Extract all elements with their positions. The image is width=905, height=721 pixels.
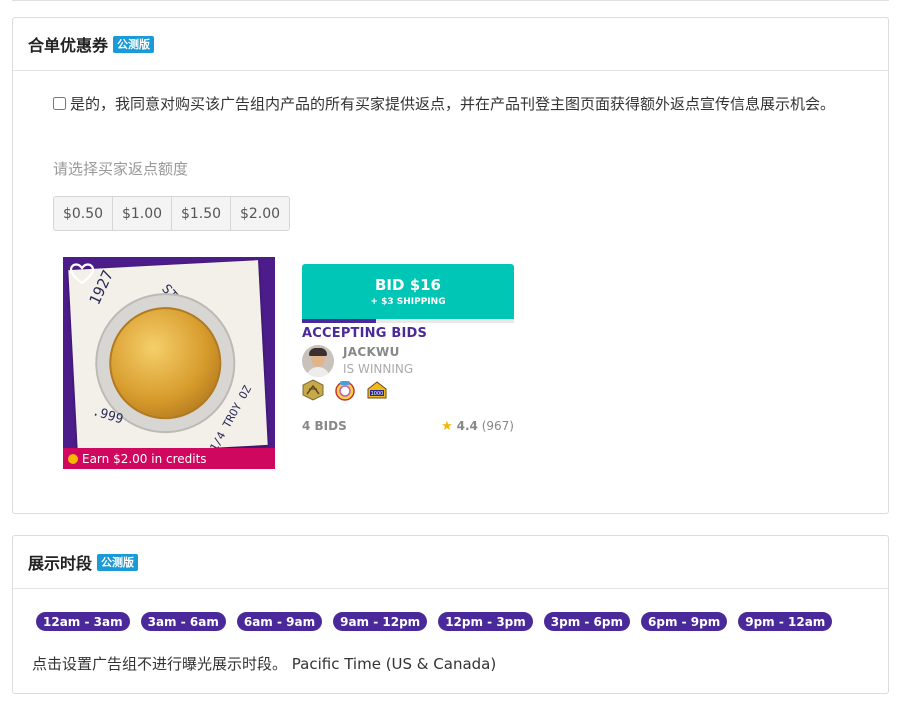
time-slot[interactable]: 6pm - 9pm — [641, 612, 728, 631]
winner-info: JACKWU IS WINNING — [343, 345, 413, 377]
time-slot[interactable]: 6am - 9am — [236, 612, 323, 631]
star-icon: ★ — [441, 419, 453, 434]
time-slot[interactable]: 3pm - 6pm — [543, 612, 630, 631]
coin-holder-card: 1927 ST. GAUDENS .999 1/4 TROY OZ — [68, 260, 268, 455]
schedule-note: 点击设置广告组不进行曝光展示时段。 Pacific Time (US & Can… — [32, 655, 497, 673]
bid-panel: BID $16 + $3 SHIPPING ACCEPTING BIDS JAC… — [302, 264, 514, 434]
rebate-amount-group: $0.50 $1.00 $1.50 $2.00 — [53, 196, 290, 231]
beta-badge: 公测版 — [97, 553, 139, 571]
auction-status: ACCEPTING BIDS — [302, 326, 428, 341]
schedule-panel-header: 展示时段 公测版 — [13, 536, 888, 589]
bid-count: 4 BIDS — [302, 419, 347, 433]
rating-value: 4.4 — [456, 419, 478, 433]
gold-badge-icon — [302, 379, 324, 401]
time-slot-list: 12am - 3am 3am - 6am 6am - 9am 9am - 12p… — [36, 612, 843, 631]
avatar[interactable] — [302, 345, 334, 377]
coupon-title: 合单优惠券 — [28, 36, 109, 55]
seller-rating: ★ 4.4 (967) — [441, 419, 514, 434]
amount-option-200[interactable]: $2.00 — [230, 196, 290, 231]
coupon-panel: 合单优惠券 公测版 是的，我同意对购买该广告组内产品的所有买家提供返点，并在产品… — [12, 17, 889, 514]
rebate-consent-checkbox[interactable] — [53, 97, 66, 110]
bid-price: BID $16 — [375, 276, 441, 294]
time-slot[interactable]: 3am - 6am — [140, 612, 226, 631]
rating-count: (967) — [481, 419, 514, 433]
rebate-consent-label: 是的，我同意对购买该广告组内产品的所有买家提供返点，并在产品刊登主图页面获得额外… — [70, 95, 836, 113]
bid-shipping: + $3 SHIPPING — [370, 297, 446, 307]
coupon-panel-header: 合单优惠券 公测版 — [13, 18, 888, 71]
heart-icon[interactable] — [70, 263, 94, 285]
time-slot[interactable]: 9am - 12pm — [333, 612, 428, 631]
winner-status: IS WINNING — [343, 362, 414, 376]
schedule-title: 展示时段 — [28, 554, 93, 573]
auction-progress — [302, 319, 514, 323]
amount-option-050[interactable]: $0.50 — [53, 196, 113, 231]
credit-text: Earn $2.00 in credits — [82, 451, 207, 466]
winner-row: JACKWU IS WINNING — [302, 345, 514, 377]
svg-text:1000: 1000 — [371, 391, 384, 397]
time-slot[interactable]: 12pm - 3pm — [438, 612, 533, 631]
time-slot[interactable]: 9pm - 12am — [738, 612, 833, 631]
top-divider — [12, 0, 889, 1]
user-badges: 1000 — [302, 379, 514, 401]
candy-badge-icon — [335, 381, 355, 401]
time-slot[interactable]: 12am - 3am — [36, 612, 130, 631]
bid-footer: 4 BIDS ★ 4.4 (967) — [302, 419, 514, 434]
credit-bar: Earn $2.00 in credits — [63, 448, 275, 469]
amount-option-150[interactable]: $1.50 — [171, 196, 231, 231]
bid-button[interactable]: BID $16 + $3 SHIPPING — [302, 264, 514, 319]
coin-icon — [68, 453, 78, 464]
gold-coin-icon — [106, 304, 225, 423]
rebate-consent[interactable]: 是的，我同意对购买该广告组内产品的所有买家提供返点，并在产品刊登主图页面获得额外… — [53, 91, 863, 117]
rebate-amount-label: 请选择买家返点额度 — [53, 160, 189, 178]
beta-badge: 公测版 — [113, 35, 155, 53]
listing-photo[interactable]: 1927 ST. GAUDENS .999 1/4 TROY OZ Earn $… — [63, 257, 275, 469]
winner-name[interactable]: JACKWU — [343, 345, 413, 359]
1000-badge-icon: 1000 — [367, 381, 387, 399]
amount-option-100[interactable]: $1.00 — [112, 196, 172, 231]
schedule-panel: 展示时段 公测版 12am - 3am 3am - 6am 6am - 9am … — [12, 535, 889, 694]
auction-progress-fill — [302, 319, 377, 323]
